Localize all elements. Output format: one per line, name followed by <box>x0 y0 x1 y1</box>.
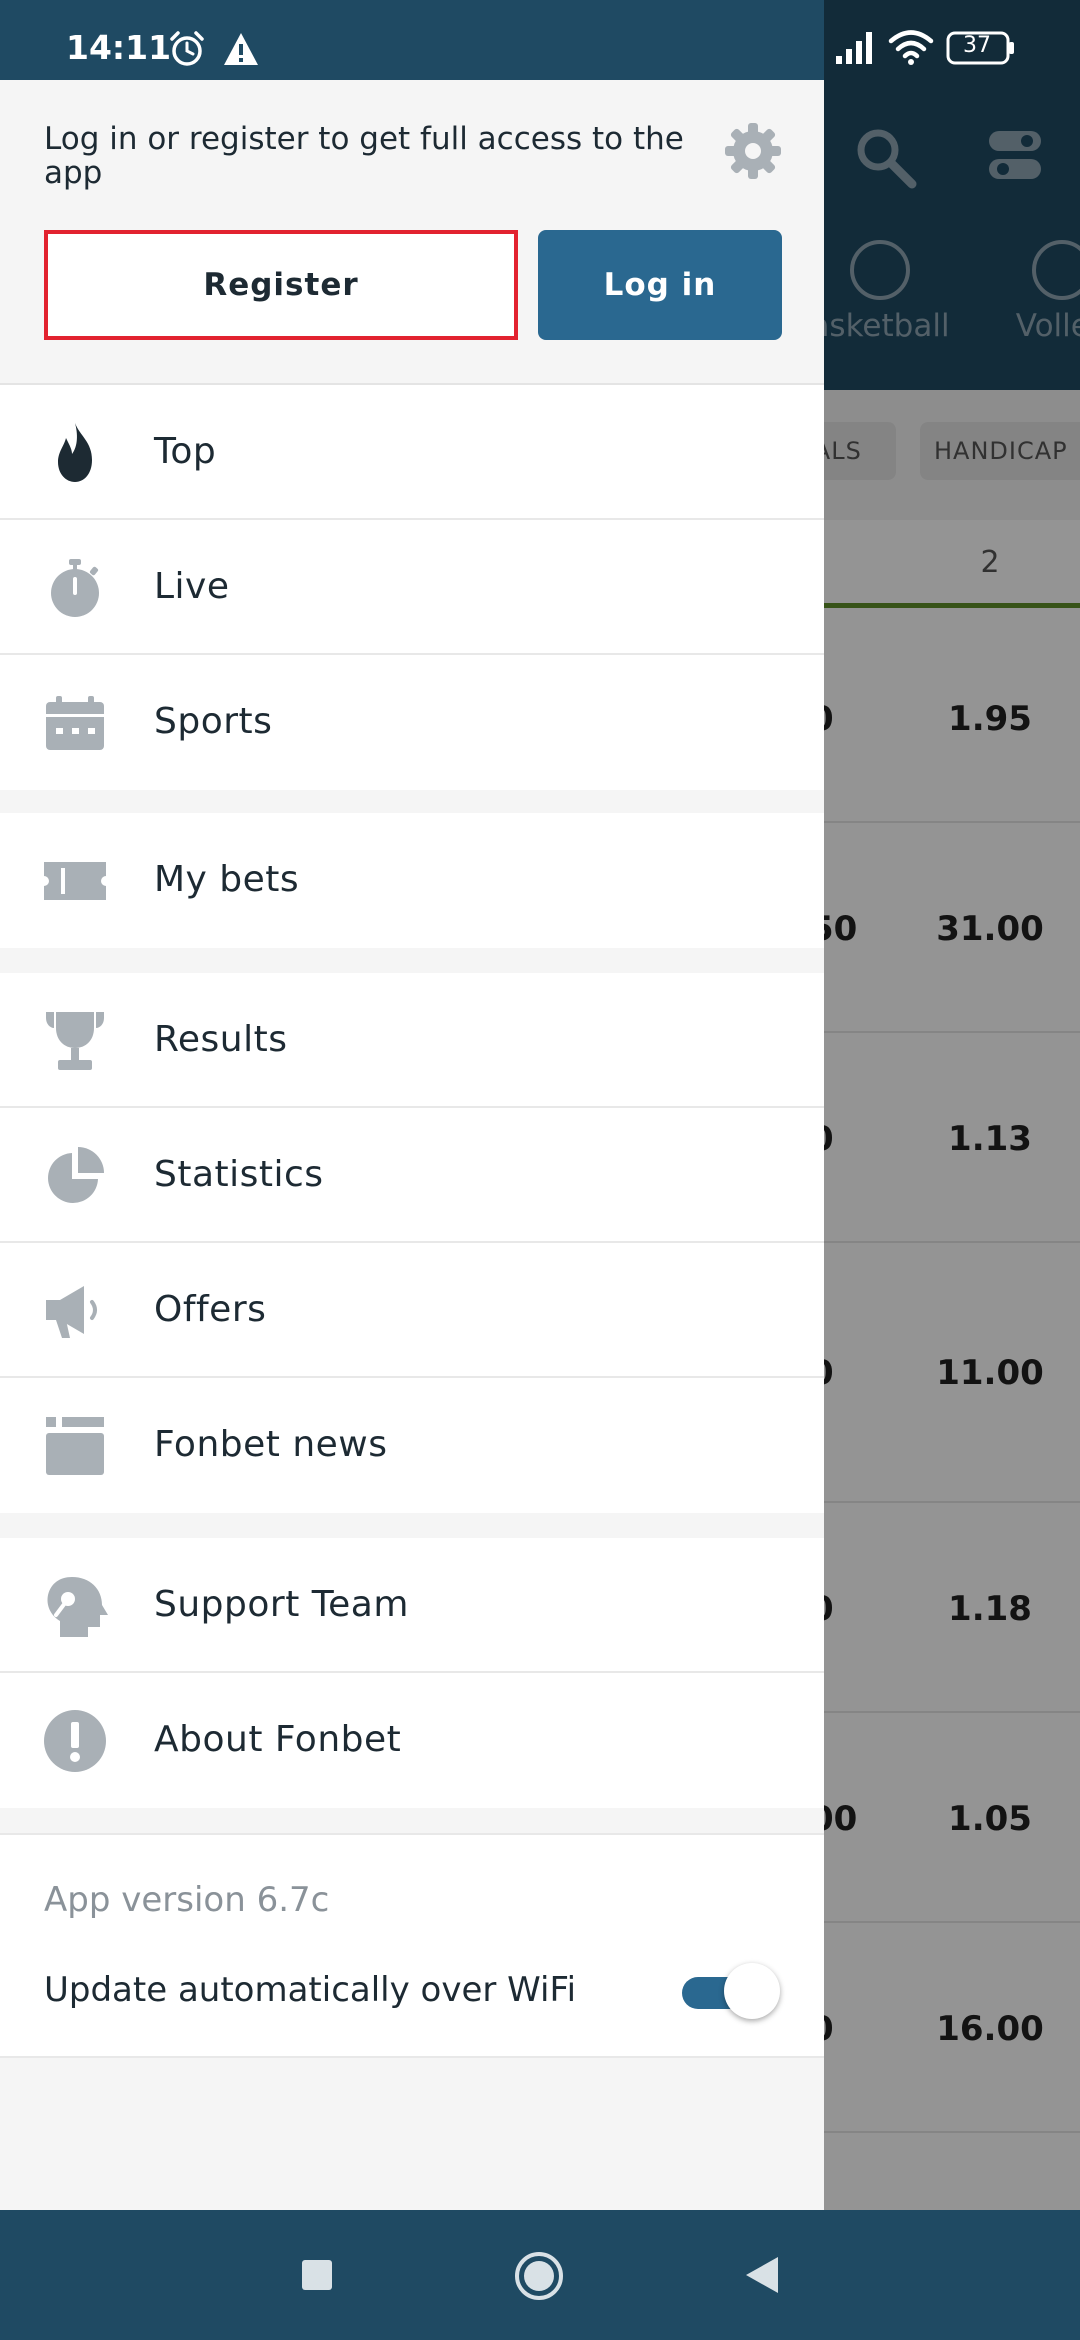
app-version: App version 6.7c <box>44 1880 330 1920</box>
flame-icon <box>58 423 92 482</box>
menu-item-fonbet-news[interactable]: Fonbet news <box>0 1378 824 1513</box>
login-button[interactable]: Log in <box>538 230 782 340</box>
wifi-icon <box>888 30 934 65</box>
back-icon[interactable] <box>742 2254 782 2296</box>
menu-item-label: Live <box>154 566 230 607</box>
menu-item-about-fonbet[interactable]: About Fonbet <box>0 1673 824 1808</box>
alarm-icon <box>170 31 204 66</box>
menu-item-statistics[interactable]: Statistics <box>0 1108 824 1243</box>
menu-item-offers[interactable]: Offers <box>0 1243 824 1378</box>
menu-item-label: Sports <box>154 701 273 742</box>
recents-icon[interactable] <box>300 2258 334 2292</box>
auth-area: Log in or register to get full access to… <box>0 80 824 385</box>
menu-group-support: Support Team About Fonbet <box>0 1538 824 1808</box>
menu-item-live[interactable]: Live <box>0 520 824 655</box>
system-nav-bar <box>0 2210 1080 2340</box>
wifi-update-label: Update automatically over WiFi <box>44 1970 577 2010</box>
gear-icon[interactable] <box>724 122 782 180</box>
status-time: 14:11 <box>66 28 172 67</box>
megaphone-icon <box>46 1286 97 1338</box>
warning-icon <box>224 33 258 65</box>
calendar-icon <box>46 696 104 750</box>
app-settings-area: App version 6.7c Update automatically ov… <box>0 1833 824 2058</box>
navigation-drawer: Log in or register to get full access to… <box>0 80 824 2210</box>
menu-group-bets: My bets <box>0 813 824 948</box>
home-icon[interactable] <box>513 2250 565 2302</box>
menu-item-sports[interactable]: Sports <box>0 655 824 790</box>
ticket-icon <box>44 862 106 900</box>
wifi-update-toggle[interactable] <box>682 1963 780 2021</box>
menu-item-label: Top <box>154 431 217 472</box>
signal-icon <box>836 32 872 64</box>
menu-item-top[interactable]: Top <box>0 385 824 520</box>
menu-item-my-bets[interactable]: My bets <box>0 813 824 948</box>
menu-item-label: About Fonbet <box>154 1719 402 1760</box>
news-icon <box>46 1417 104 1475</box>
status-bar: 14:11 37 <box>0 0 1080 80</box>
menu-item-label: Fonbet news <box>154 1424 388 1465</box>
register-button[interactable]: Register <box>44 230 518 340</box>
menu-group-main: Top Live Sports <box>0 385 824 790</box>
menu-item-results[interactable]: Results <box>0 973 824 1108</box>
auth-prompt: Log in or register to get full access to… <box>44 121 684 191</box>
info-exclamation-icon <box>44 1710 106 1772</box>
menu-item-support-team[interactable]: Support Team <box>0 1538 824 1673</box>
battery-level: 37 <box>963 33 991 58</box>
trophy-icon <box>46 1012 104 1070</box>
stopwatch-icon <box>51 559 99 617</box>
menu-item-label: Statistics <box>154 1154 324 1195</box>
menu-item-label: Support Team <box>154 1584 409 1625</box>
menu-item-label: Results <box>154 1019 288 1060</box>
menu-item-label: Offers <box>154 1289 267 1330</box>
menu-group-info: Results Statistics Offers Fonbet news <box>0 973 824 1513</box>
pie-chart-icon <box>48 1147 104 1203</box>
toggle-knob <box>724 1963 780 2019</box>
support-head-icon <box>47 1577 108 1637</box>
menu-item-label: My bets <box>154 859 300 900</box>
